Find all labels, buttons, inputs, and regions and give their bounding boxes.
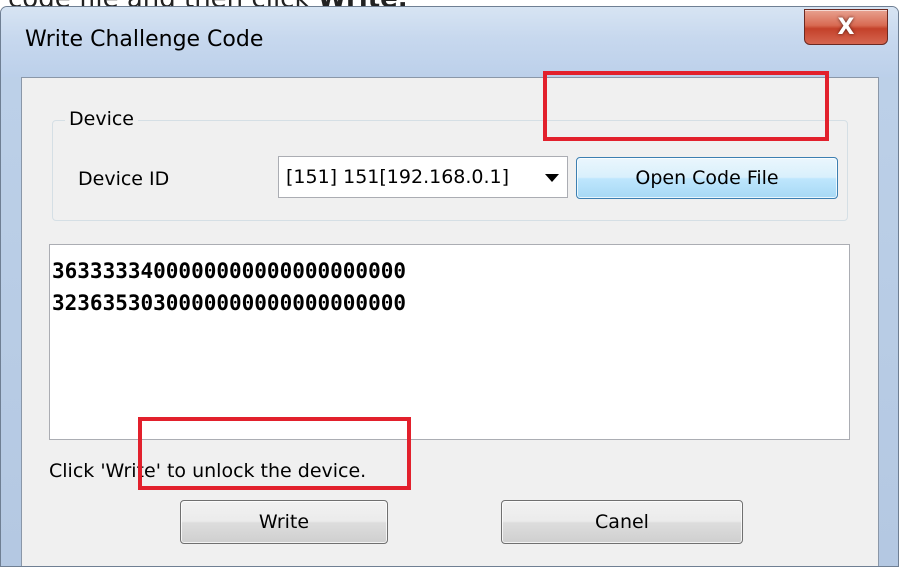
code-line-1: 3633333400000000000000000000 — [52, 259, 407, 283]
close-icon: X — [837, 14, 855, 40]
write-button[interactable]: Write — [180, 500, 388, 544]
device-id-value: [151] 151[192.168.0.1] — [286, 166, 510, 188]
window-title: Write Challenge Code — [25, 27, 264, 52]
instruction-text: Click 'Write' to unlock the device. — [49, 460, 367, 482]
device-group-label: Device — [65, 108, 138, 130]
open-code-file-button[interactable]: Open Code File — [576, 157, 838, 199]
dialog-client-area: Device Device ID [151] 151[192.168.0.1] … — [21, 77, 879, 566]
write-challenge-code-dialog: Write Challenge Code X Device Device ID … — [0, 6, 899, 567]
title-bar[interactable]: Write Challenge Code X — [1, 7, 898, 77]
dropdown-arrow-icon[interactable] — [545, 174, 559, 182]
code-line-2: 3236353030000000000000000000 — [52, 291, 407, 315]
device-id-label: Device ID — [78, 168, 170, 190]
cancel-button[interactable]: Canel — [501, 500, 743, 544]
close-button[interactable]: X — [804, 9, 888, 45]
device-id-dropdown[interactable]: [151] 151[192.168.0.1] — [278, 156, 568, 198]
challenge-code-textbox[interactable]: 3633333400000000000000000000 32363530300… — [49, 244, 850, 440]
